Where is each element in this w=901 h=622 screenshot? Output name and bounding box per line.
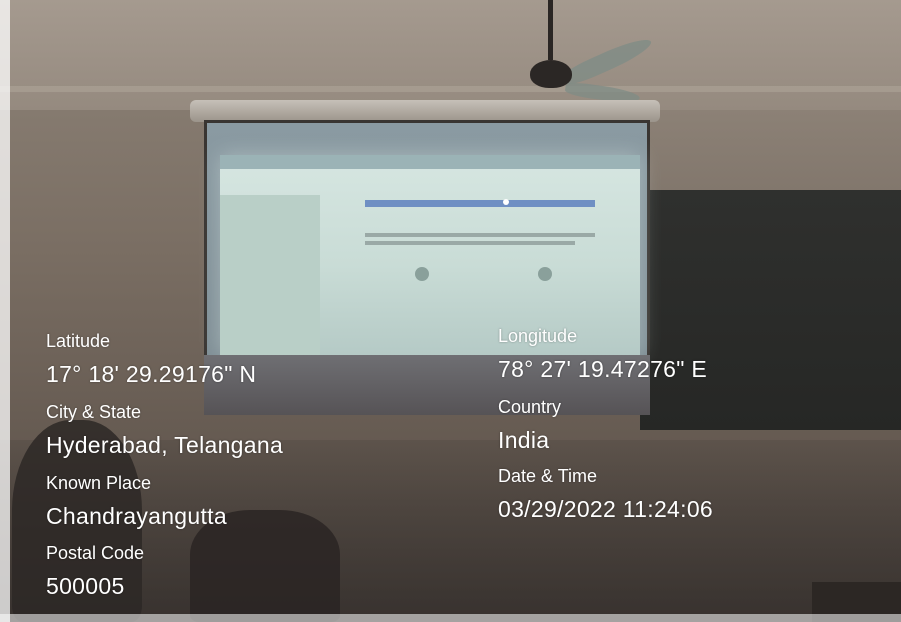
projected-circle-icon — [538, 267, 552, 281]
projected-webpage — [220, 155, 640, 355]
blackboard — [640, 190, 901, 430]
city-state-value: Hyderabad, Telangana — [46, 432, 284, 458]
latitude-value: 17° 18' 29.29176" N — [46, 361, 257, 387]
projected-browser-bar — [220, 155, 640, 169]
ceiling-beam — [0, 86, 901, 92]
date-time-label: Date & Time — [498, 466, 598, 486]
photo-border — [0, 614, 901, 622]
date-time-value: 03/29/2022 11:24:06 — [498, 496, 714, 522]
projector-screen-roller — [190, 100, 660, 122]
projected-circle-icon — [415, 267, 429, 281]
projected-text-line — [365, 241, 575, 245]
known-place-value: Chandrayangutta — [46, 503, 227, 529]
country-value: India — [498, 427, 550, 453]
projected-heading-bar — [365, 200, 595, 207]
city-state-label: City & State — [46, 402, 142, 422]
longitude-label: Longitude — [498, 326, 578, 346]
projected-cursor-icon — [503, 199, 509, 205]
projected-sidebar — [220, 195, 320, 355]
country-label: Country — [498, 397, 562, 417]
ceiling-fan-icon — [530, 60, 572, 88]
longitude-value: 78° 27' 19.47276" E — [498, 356, 708, 382]
postal-code-label: Postal Code — [46, 543, 145, 563]
ceiling-fan-rod — [548, 0, 553, 60]
ceiling — [0, 0, 901, 110]
latitude-label: Latitude — [46, 331, 111, 351]
postal-code-value: 500005 — [46, 573, 125, 599]
known-place-label: Known Place — [46, 473, 152, 493]
photo-border — [0, 0, 10, 622]
projected-text-line — [365, 233, 595, 237]
